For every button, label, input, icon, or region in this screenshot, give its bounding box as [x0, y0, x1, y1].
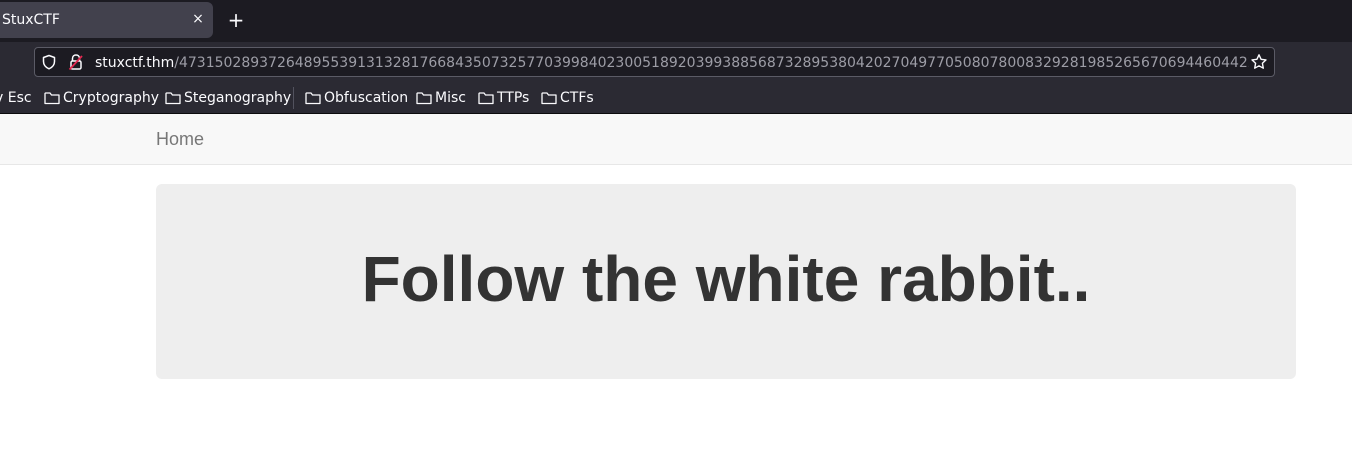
bookmark-folder-ttps[interactable]: TTPs	[478, 89, 529, 107]
bookmark-label: TTPs	[497, 90, 530, 106]
home-link[interactable]: Home	[156, 129, 204, 149]
folder-icon	[305, 92, 321, 105]
url-path: /473150289372648955391313281766843507325…	[174, 55, 1249, 71]
folder-icon	[165, 92, 181, 105]
navigation-toolbar: stuxctf.thm/4731502893726489553913132817…	[0, 42, 1352, 82]
bookmark-star-icon[interactable]	[1250, 53, 1268, 71]
bookmark-folder-misc[interactable]: Misc	[416, 89, 466, 107]
url-text[interactable]: stuxctf.thm/4731502893726489553913132817…	[95, 54, 1249, 72]
bookmark-item-new-esc[interactable]: v Esc	[0, 89, 32, 107]
tab-stuxctf[interactable]: StuxCTF ×	[0, 2, 213, 38]
close-tab-icon[interactable]: ×	[190, 10, 206, 28]
new-tab-button[interactable]: +	[226, 8, 246, 32]
folder-icon	[416, 92, 432, 105]
bookmark-folder-cryptography[interactable]: Cryptography	[44, 89, 159, 107]
tab-title: StuxCTF	[2, 12, 60, 28]
bookmark-folder-obfuscation[interactable]: Obfuscation	[305, 89, 408, 107]
page-headline: Follow the white rabbit..	[361, 243, 1091, 315]
bookmark-label: v Esc	[0, 90, 32, 106]
bookmark-separator	[293, 87, 294, 109]
bookmark-label: Cryptography	[63, 90, 160, 106]
jumbotron: Follow the white rabbit..	[156, 184, 1296, 379]
bookmark-label: Obfuscation	[324, 90, 409, 106]
shield-icon[interactable]	[41, 54, 57, 70]
bookmark-folder-ctfs[interactable]: CTFs	[541, 89, 594, 107]
url-bar[interactable]: stuxctf.thm/4731502893726489553913132817…	[34, 47, 1275, 77]
bookmark-label: CTFs	[560, 90, 594, 106]
folder-icon	[541, 92, 557, 105]
bookmark-label: Steganography	[184, 90, 292, 106]
bookmarks-toolbar: v Esc Cryptography Steganography Obfusca…	[0, 82, 1352, 114]
url-host: stuxctf.thm	[95, 55, 175, 71]
folder-icon	[478, 92, 494, 105]
folder-icon	[44, 92, 60, 105]
bookmark-folder-steganography[interactable]: Steganography	[165, 89, 291, 107]
tab-strip: StuxCTF × +	[0, 0, 1352, 42]
site-navbar: Home	[0, 114, 1352, 165]
insecure-lock-icon[interactable]	[68, 53, 84, 71]
bookmark-label: Misc	[435, 90, 466, 106]
